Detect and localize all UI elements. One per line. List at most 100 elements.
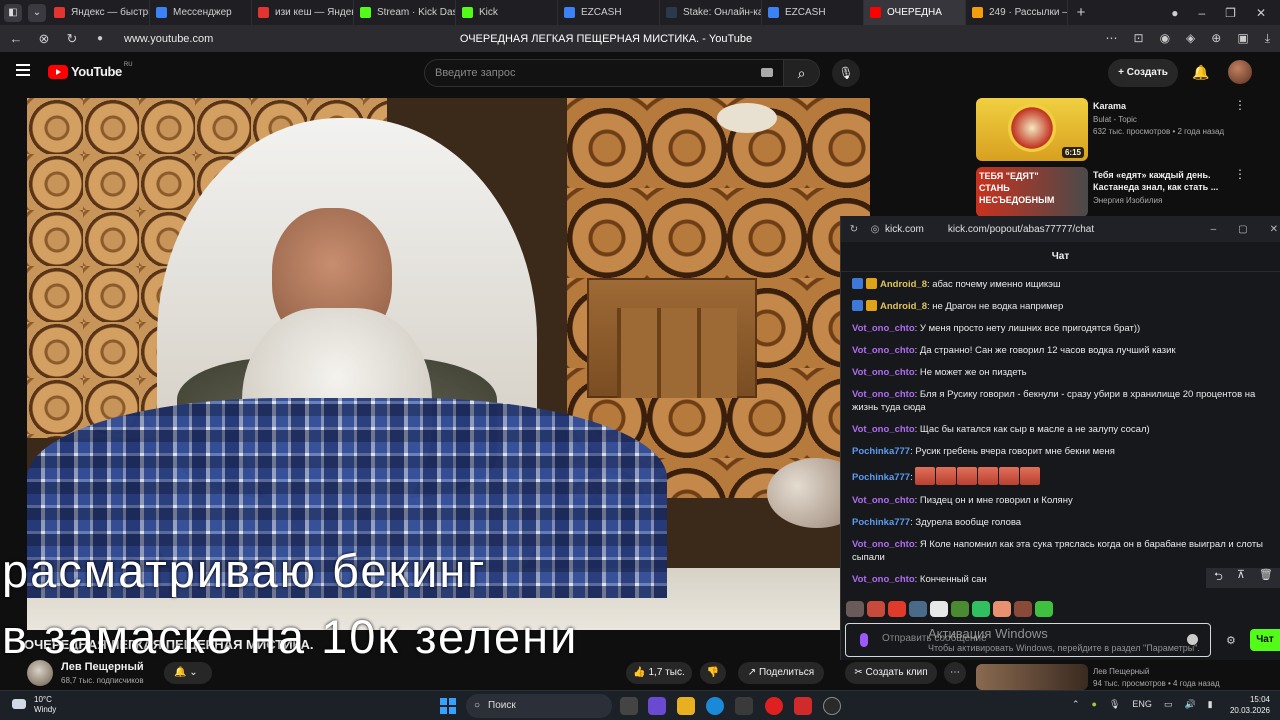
emote-icon[interactable] [888,601,906,617]
tray-app-icon[interactable]: ● [1092,699,1097,710]
keyboard-icon[interactable] [761,68,773,77]
browser-tab[interactable]: Stream · Kick Dasl [354,0,456,25]
channel-name[interactable]: Лев Пещерный [61,661,144,673]
weather-widget[interactable]: 10°C Windy [34,695,56,715]
chat-username[interactable]: Vot_ono_chto [852,323,915,334]
notifications-bell-icon[interactable]: 🔔 [1192,64,1209,81]
close-icon[interactable]: ✕ [1256,6,1266,20]
file-explorer-icon[interactable] [677,697,695,715]
url-field[interactable]: www.youtube.com [124,33,213,45]
profile-icon[interactable]: ● [1171,6,1178,20]
new-tab-button[interactable]: + [1068,4,1094,21]
protect-icon[interactable]: ⊗ [32,31,56,47]
reload-icon[interactable]: ↻ [60,31,84,47]
send-chat-button[interactable]: Чат [1250,629,1280,651]
yandex-browser-icon[interactable] [765,697,783,715]
battery-icon[interactable]: ▮ [1208,699,1213,710]
chat-message[interactable]: Android_8: не Драгон не водка например [852,300,1270,313]
reload-icon[interactable]: ↻ [841,224,867,235]
mic-tray-icon[interactable]: 🎙 [1109,699,1120,710]
emote-icon[interactable] [846,601,864,617]
browser-tab[interactable]: Kick [456,0,558,25]
share-button[interactable]: ↗ Поделиться [738,662,824,684]
weather-icon[interactable] [12,699,26,709]
more-options-icon[interactable]: ⋮ [1234,167,1246,181]
recommendation-thumbnail[interactable]: ТЕБЯ "ЕДЯТ" СТАНЬ НЕСЪЕДОБНЫМ [976,167,1088,217]
browser-tab[interactable]: Мессенджер [150,0,252,25]
recommendation-item[interactable]: 6:15 Karama Bulat - Topic 632 тыс. просм… [976,98,1266,164]
settings-gear-icon[interactable]: ⚙ [1226,634,1236,647]
browser-tab[interactable]: Stake: Онлайн-ка [660,0,762,25]
chat-username[interactable]: Vot_ono_chto [852,345,915,356]
dislike-button[interactable]: 👎 [700,662,726,684]
browser-tab[interactable]: ОЧЕРЕДНА [864,0,966,25]
chat-username[interactable]: Vot_ono_chto [852,574,915,585]
recommendation-channel[interactable]: Bulat - Topic [1093,114,1137,125]
emote-icon[interactable] [951,601,969,617]
restore-icon[interactable]: ❐ [1225,6,1236,20]
search-button[interactable]: ⌕ [784,59,820,87]
language-indicator[interactable]: ENG [1132,699,1152,710]
tray-chevron-icon[interactable]: ⌃ [1072,699,1080,710]
taskbar-search[interactable]: Поиск [466,694,612,718]
emote-icon[interactable] [867,601,885,617]
chat-username[interactable]: Vot_ono_chto [852,539,915,550]
mic-icon[interactable] [860,633,868,647]
chat-message[interactable]: Pochinka777: [852,467,1270,485]
chat-message[interactable]: Vot_ono_chto: Я Коле напомнил как эта су… [852,538,1270,564]
extension-icon[interactable]: ◈ [1186,31,1195,46]
emote-icon[interactable] [1035,601,1053,617]
browser-tab[interactable]: EZCASH [558,0,660,25]
recommendation-title[interactable]: Тебя «едят» каждый день. Кастанеда знал,… [1093,169,1241,193]
like-button[interactable]: 👍 1,7 тыс. [626,662,692,684]
delete-icon[interactable]: 🗑 [1259,568,1273,588]
emote-icon[interactable] [972,601,990,617]
youtube-logo[interactable]: YouTube RU [48,62,133,79]
close-icon[interactable]: ✕ [1270,224,1278,235]
chat-message[interactable]: Vot_ono_chto: Щас бы катался как сыр в м… [852,423,1270,436]
chat-message[interactable]: Pochinka777: Русик гребень вчера говорит… [852,445,1270,458]
chat-username[interactable]: Pochinka777 [852,472,910,483]
chat-message[interactable]: Vot_ono_chto: У меня просто нету лишних … [852,322,1270,335]
sidebar-icon[interactable]: ▣ [1237,31,1248,46]
volume-icon[interactable]: 🔊 [1184,699,1195,710]
store-icon[interactable] [735,697,753,715]
chat-message[interactable]: Vot_ono_chto: Пиздец он и мне говорил и … [852,494,1270,507]
more-icon[interactable]: ⋯ [1106,31,1118,46]
task-view-icon[interactable] [620,697,638,715]
chat-message[interactable]: Vot_ono_chto: Не может же он пиздеть [852,366,1270,379]
chat-message[interactable]: Pochinka777: Здурела вообще голова [852,516,1270,529]
chat-message[interactable]: Vot_ono_chto: Да странно! Сан же говорил… [852,344,1270,357]
chat-username[interactable]: Vot_ono_chto [852,424,915,435]
recommendation-thumbnail[interactable]: 6:15 [976,98,1088,161]
subscription-bell-button[interactable]: 🔔 ⌄ [164,662,212,684]
browser-tab[interactable]: EZCASH [762,0,864,25]
clip-button[interactable]: ✂ Создать клип [845,662,937,684]
recommendation-title[interactable]: Karama [1093,100,1241,112]
vpn-icon[interactable]: ◉ [1160,31,1170,46]
chat-username[interactable]: Vot_ono_chto [852,495,915,506]
minimize-icon[interactable]: – [1198,6,1205,20]
teams-icon[interactable] [648,697,666,715]
browser-tab[interactable]: 249 · Рассылки — [966,0,1068,25]
chrome-icon[interactable] [823,697,841,715]
download-icon[interactable]: ⤓ [1265,31,1270,46]
chat-message[interactable]: Android_8: абас почему именно ищикэш [852,278,1270,291]
chat-username[interactable]: Android_8 [880,301,927,312]
browser-tab[interactable]: Яндекс — быстры [48,0,150,25]
recommendation-item[interactable]: ТЕБЯ "ЕДЯТ" СТАНЬ НЕСЪЕДОБНЫМ Тебя «едят… [976,167,1266,217]
emote-icon[interactable] [930,601,948,617]
menu-icon[interactable] [16,64,30,76]
create-button[interactable]: + Создать [1108,59,1178,87]
chat-username[interactable]: Vot_ono_chto [852,389,915,400]
chat-username[interactable]: Pochinka777 [852,517,910,528]
reply-icon[interactable]: ⮌ [1214,568,1223,588]
tabs-dropdown-icon[interactable]: ⌄ [28,3,46,22]
channel-avatar[interactable] [27,660,53,686]
emote-icon[interactable] [993,601,1011,617]
yandex-icon[interactable] [794,697,812,715]
windows-start-icon[interactable] [440,698,456,714]
more-options-icon[interactable]: ⋮ [1234,98,1246,112]
pin-icon[interactable]: ⊼ [1237,568,1245,588]
minimize-icon[interactable]: – [1211,224,1217,235]
